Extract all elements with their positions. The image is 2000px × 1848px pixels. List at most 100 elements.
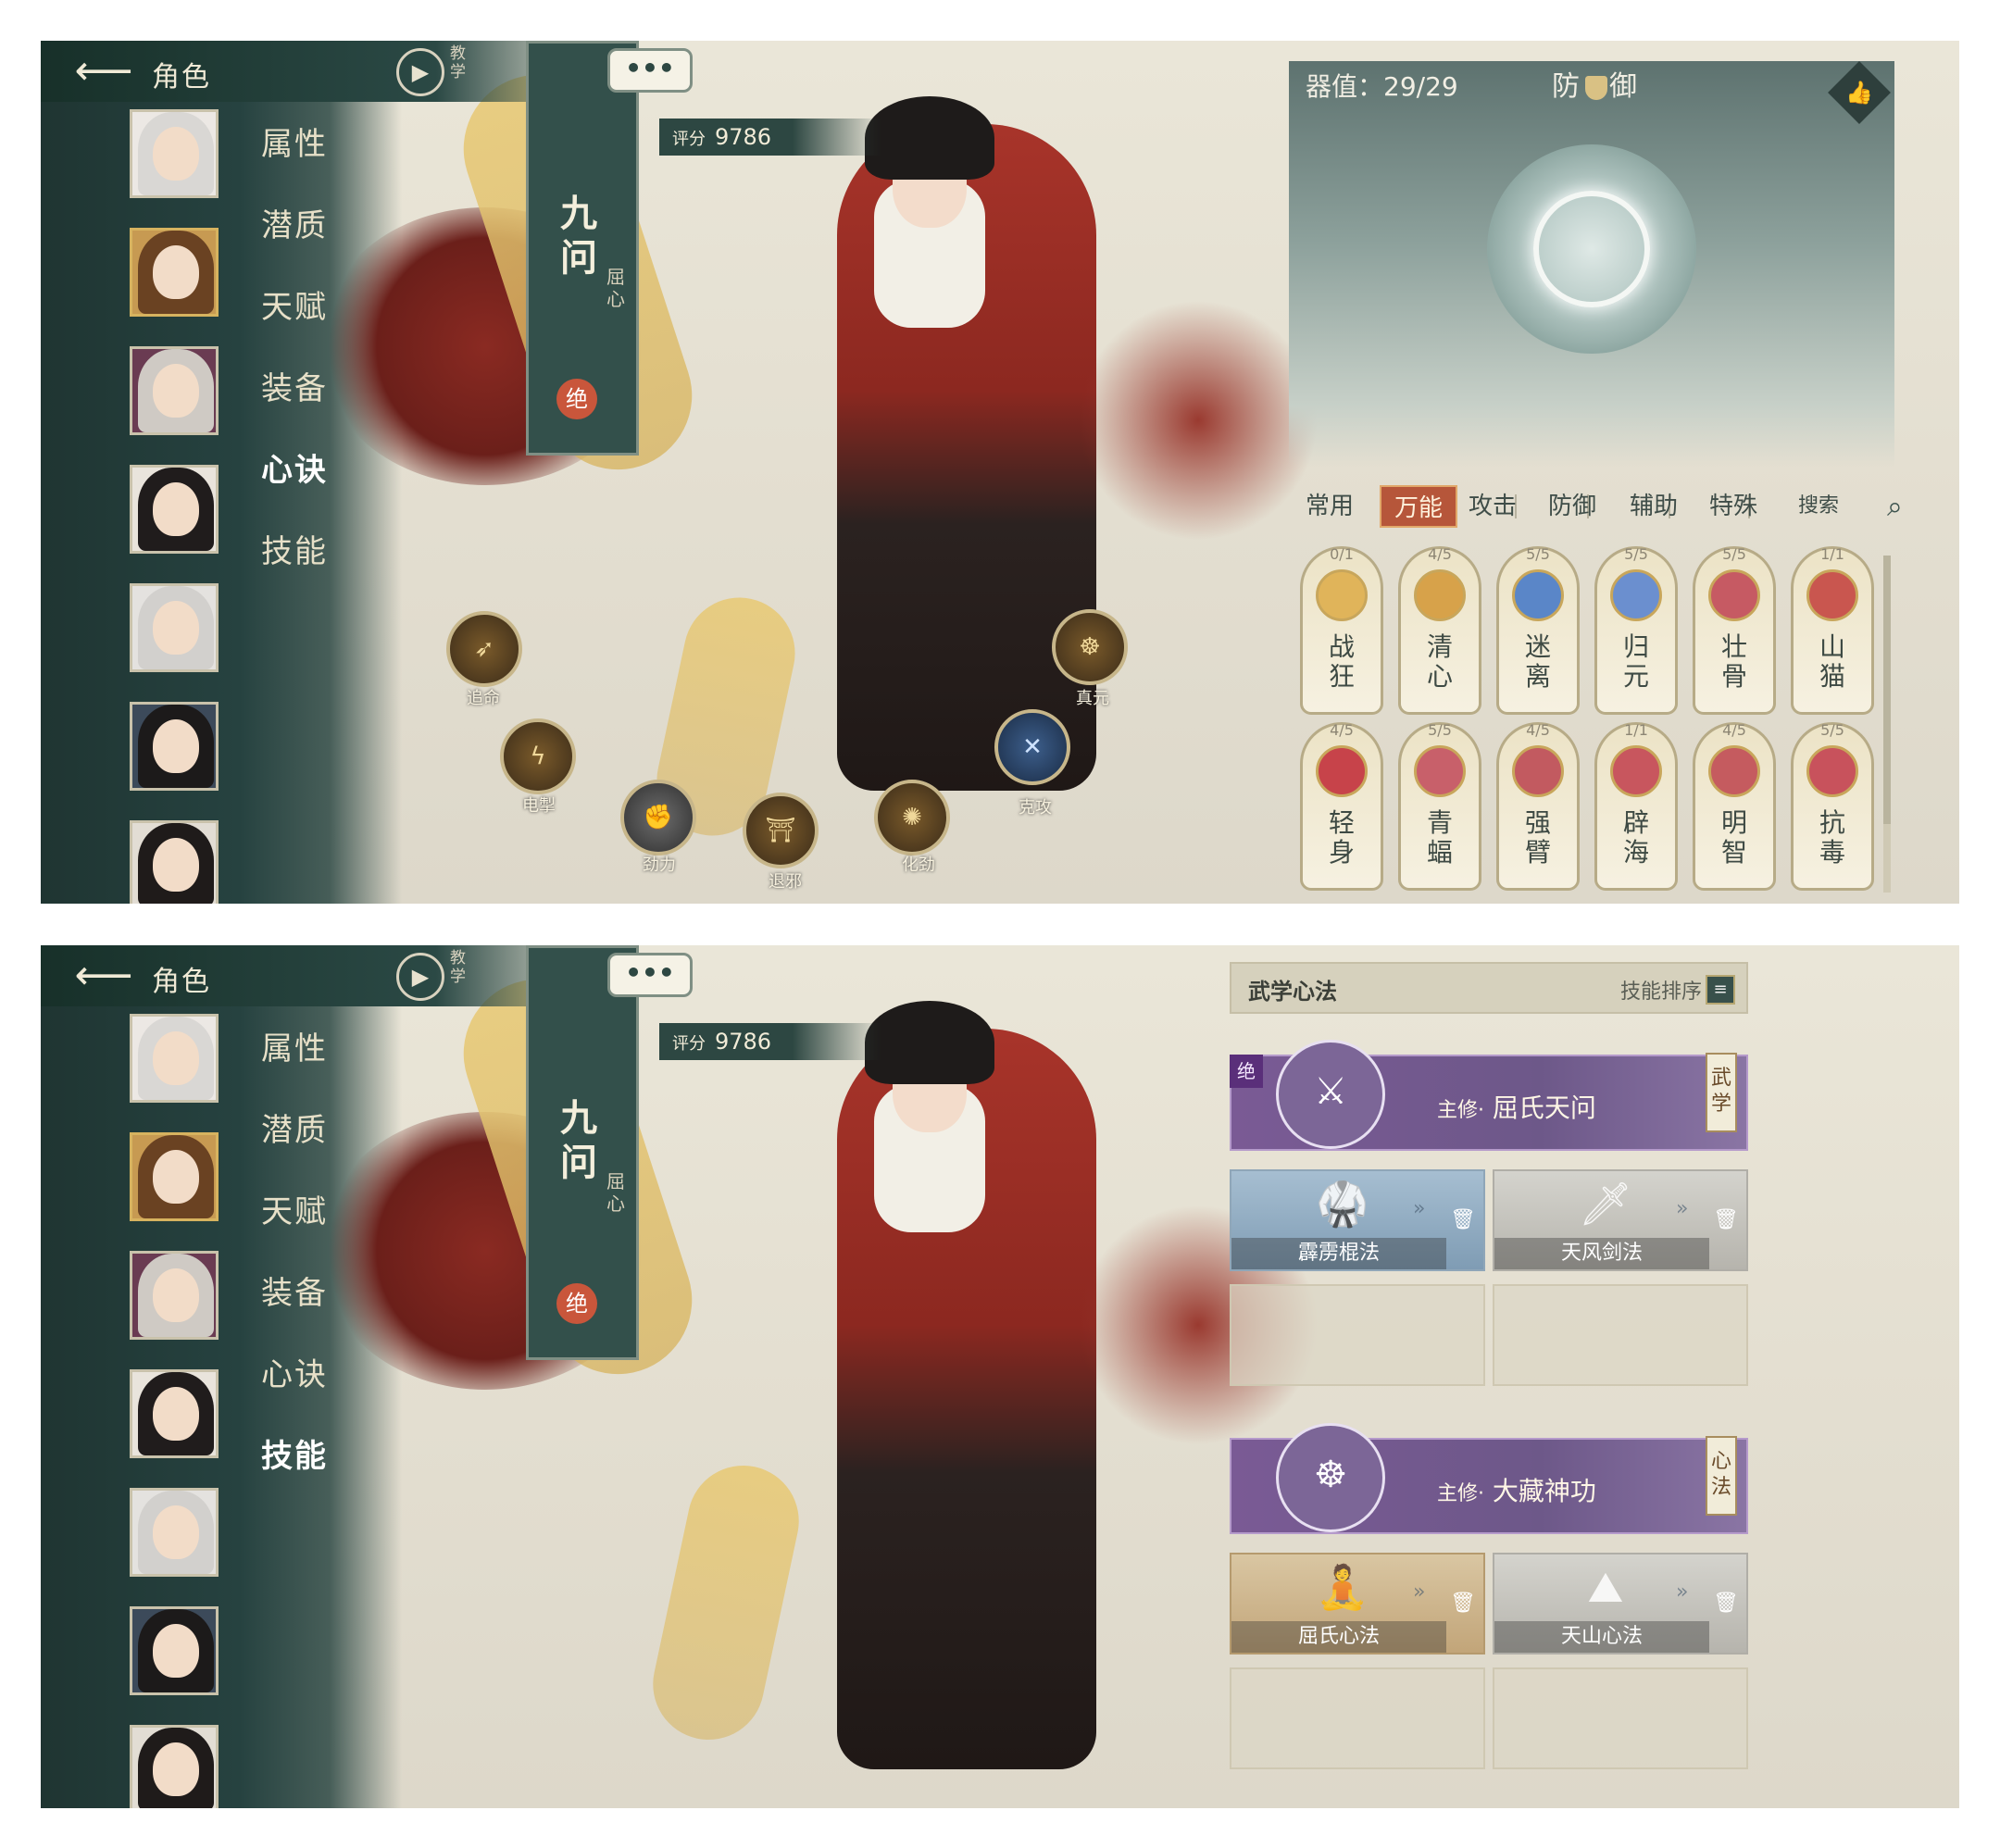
scrollbar-thumb[interactable] [1883, 556, 1891, 824]
skill-node-huajin[interactable]: ✺ [874, 780, 950, 855]
tab-common[interactable]: 常用 [1306, 485, 1354, 528]
menu-item-potential[interactable]: 潜质 [261, 1103, 328, 1184]
character-roster [130, 109, 226, 904]
menu-item-equipment[interactable]: 装备 [261, 361, 328, 443]
menu-item-potential[interactable]: 潜质 [261, 198, 328, 280]
xinjue-card[interactable]: 4/5 强臂 [1496, 721, 1580, 891]
character-portrait[interactable] [130, 1369, 219, 1458]
menu-item-xinjue[interactable]: 心诀 [261, 443, 328, 524]
empty-slot[interactable] [1493, 1667, 1748, 1769]
xinjue-card[interactable]: 5/5 青蝠 [1398, 721, 1481, 891]
character-portrait[interactable] [130, 1725, 219, 1808]
character-portrait[interactable] [130, 1251, 219, 1340]
martial-slot[interactable]: 🥋 » 霹雳棍法 🗑 [1230, 1169, 1485, 1271]
xinjue-card[interactable]: 5/5 抗毒 [1791, 721, 1874, 891]
page-title: 角色 [152, 61, 211, 94]
wisdom-icon [1708, 745, 1760, 797]
tab-defense[interactable]: 防御 [1548, 485, 1596, 528]
character-portrait[interactable] [130, 1014, 219, 1103]
more-options-button[interactable]: ••• [607, 953, 693, 997]
swordsman-icon: ⚔ [1276, 1040, 1385, 1149]
sort-label[interactable]: 技能排序 [1620, 975, 1702, 1005]
character-portrait[interactable] [130, 583, 219, 672]
tutorial-play-button[interactable]: ▶ [396, 48, 444, 96]
character-roster [130, 1014, 226, 1808]
trash-icon[interactable]: 🗑 [1450, 1592, 1476, 1619]
more-options-button[interactable]: ••• [607, 48, 693, 93]
character-portrait[interactable] [130, 465, 219, 554]
heart-method-slot[interactable]: 🧘 » 屈氏心法 🗑 [1230, 1553, 1485, 1654]
xinjue-card[interactable]: 4/5 轻身 [1300, 721, 1383, 891]
equip-slot-ring[interactable] [1487, 144, 1696, 354]
character-portrait[interactable] [130, 702, 219, 791]
card-name: 轻身 [1328, 807, 1355, 868]
grade-badge: 绝 [556, 1283, 597, 1324]
empty-slot[interactable] [1230, 1667, 1485, 1769]
tab-support[interactable]: 辅助 [1630, 485, 1678, 528]
character-portrait[interactable] [130, 1488, 219, 1577]
menu-item-talent[interactable]: 天赋 [261, 1184, 328, 1266]
card-count: 1/1 [1624, 721, 1648, 739]
tab-special[interactable]: 特殊 [1709, 485, 1757, 528]
character-portrait-selected[interactable] [130, 228, 219, 317]
character-name: 九问 [560, 1097, 597, 1184]
character-xinjue-screen: ⟵ 角色 ▶ 教学 属性 潜质 天赋 装备 心诀 技能 九问 屈心 绝 ••• … [41, 41, 1959, 904]
character-portrait[interactable] [130, 346, 219, 435]
tab-attack[interactable]: 攻击 [1469, 485, 1517, 528]
slot-name: 天风剑法 [1494, 1238, 1709, 1269]
tutorial-play-button[interactable]: ▶ [396, 953, 444, 1001]
trash-icon[interactable]: 🗑 [1713, 1208, 1739, 1236]
menu-item-attributes[interactable]: 属性 [261, 1021, 328, 1103]
xinjue-card[interactable]: 1/1 辟海 [1594, 721, 1678, 891]
xinjue-card[interactable]: 5/5 归元 [1594, 545, 1678, 715]
martial-slot[interactable]: 🗡 » 天风剑法 🗑 [1493, 1169, 1748, 1271]
poison-icon [1806, 745, 1858, 797]
xinjue-card[interactable]: 0/1 战狂 [1300, 545, 1383, 715]
menu-item-talent[interactable]: 天赋 [261, 280, 328, 361]
search-icon[interactable]: ⌕ [1887, 491, 1903, 523]
sort-icon[interactable]: ≡ [1706, 975, 1735, 1005]
card-count: 5/5 [1722, 545, 1746, 563]
empty-slot[interactable] [1493, 1284, 1748, 1386]
skill-node-jinli[interactable]: ✊ [620, 780, 696, 855]
character-portrait[interactable] [130, 820, 219, 904]
sea-icon [1610, 745, 1662, 797]
main-martial-art-name: 屈氏天问 [1492, 1093, 1596, 1123]
skill-node-dianche[interactable]: ϟ [500, 718, 576, 794]
skill-node-label: 劲力 [643, 855, 676, 875]
score-bar: 评分 9786 [659, 1023, 881, 1060]
character-portrait-selected[interactable] [130, 1132, 219, 1221]
tab-universal[interactable]: 万能 [1380, 485, 1458, 528]
meditating-figure-icon [1610, 569, 1662, 621]
heart-method-slot[interactable]: ⛰ » 天山心法 🗑 [1493, 1553, 1748, 1654]
menu-item-equipment[interactable]: 装备 [261, 1266, 328, 1347]
defense-title-right: 御 [1609, 70, 1641, 103]
main-heart-method-bar[interactable]: ☸ 主修· 大藏神功 心法 [1230, 1423, 1748, 1534]
skill-node-kegong[interactable]: ✕ [994, 709, 1070, 785]
xinjue-card[interactable]: 4/5 清心 [1398, 545, 1481, 715]
card-count: 4/5 [1428, 545, 1452, 563]
xinjue-card[interactable]: 4/5 明智 [1693, 721, 1776, 891]
slot-name: 霹雳棍法 [1231, 1238, 1446, 1269]
menu-item-xinjue[interactable]: 心诀 [261, 1347, 328, 1429]
skill-node-zhenyuan[interactable]: ☸ [1052, 609, 1128, 685]
trash-icon[interactable]: 🗑 [1713, 1592, 1739, 1619]
skill-node-tuixie[interactable]: ⛩ [743, 793, 819, 868]
main-martial-art-bar[interactable]: 绝 ⚔ 主修· 屈氏天问 武学 [1230, 1040, 1748, 1151]
lotus-icon [1414, 569, 1466, 621]
search-box[interactable]: 搜索 [1798, 485, 1839, 528]
xinjue-card[interactable]: 5/5 迷离 [1496, 545, 1580, 715]
menu-item-skills[interactable]: 技能 [261, 524, 328, 606]
skill-node-zhuiming[interactable]: ➶ [446, 611, 522, 687]
character-portrait[interactable] [130, 1606, 219, 1695]
empty-slot[interactable] [1230, 1284, 1485, 1386]
trash-icon[interactable]: 🗑 [1450, 1208, 1476, 1236]
character-portrait[interactable] [130, 109, 219, 198]
like-button[interactable]: 👍 [1828, 61, 1891, 124]
xinjue-card[interactable]: 5/5 壮骨 [1693, 545, 1776, 715]
back-arrow-icon[interactable]: ⟵ [57, 48, 150, 94]
xinjue-card[interactable]: 1/1 山猫 [1791, 545, 1874, 715]
back-arrow-icon[interactable]: ⟵ [57, 953, 150, 999]
menu-item-attributes[interactable]: 属性 [261, 117, 328, 198]
menu-item-skills[interactable]: 技能 [261, 1429, 328, 1510]
